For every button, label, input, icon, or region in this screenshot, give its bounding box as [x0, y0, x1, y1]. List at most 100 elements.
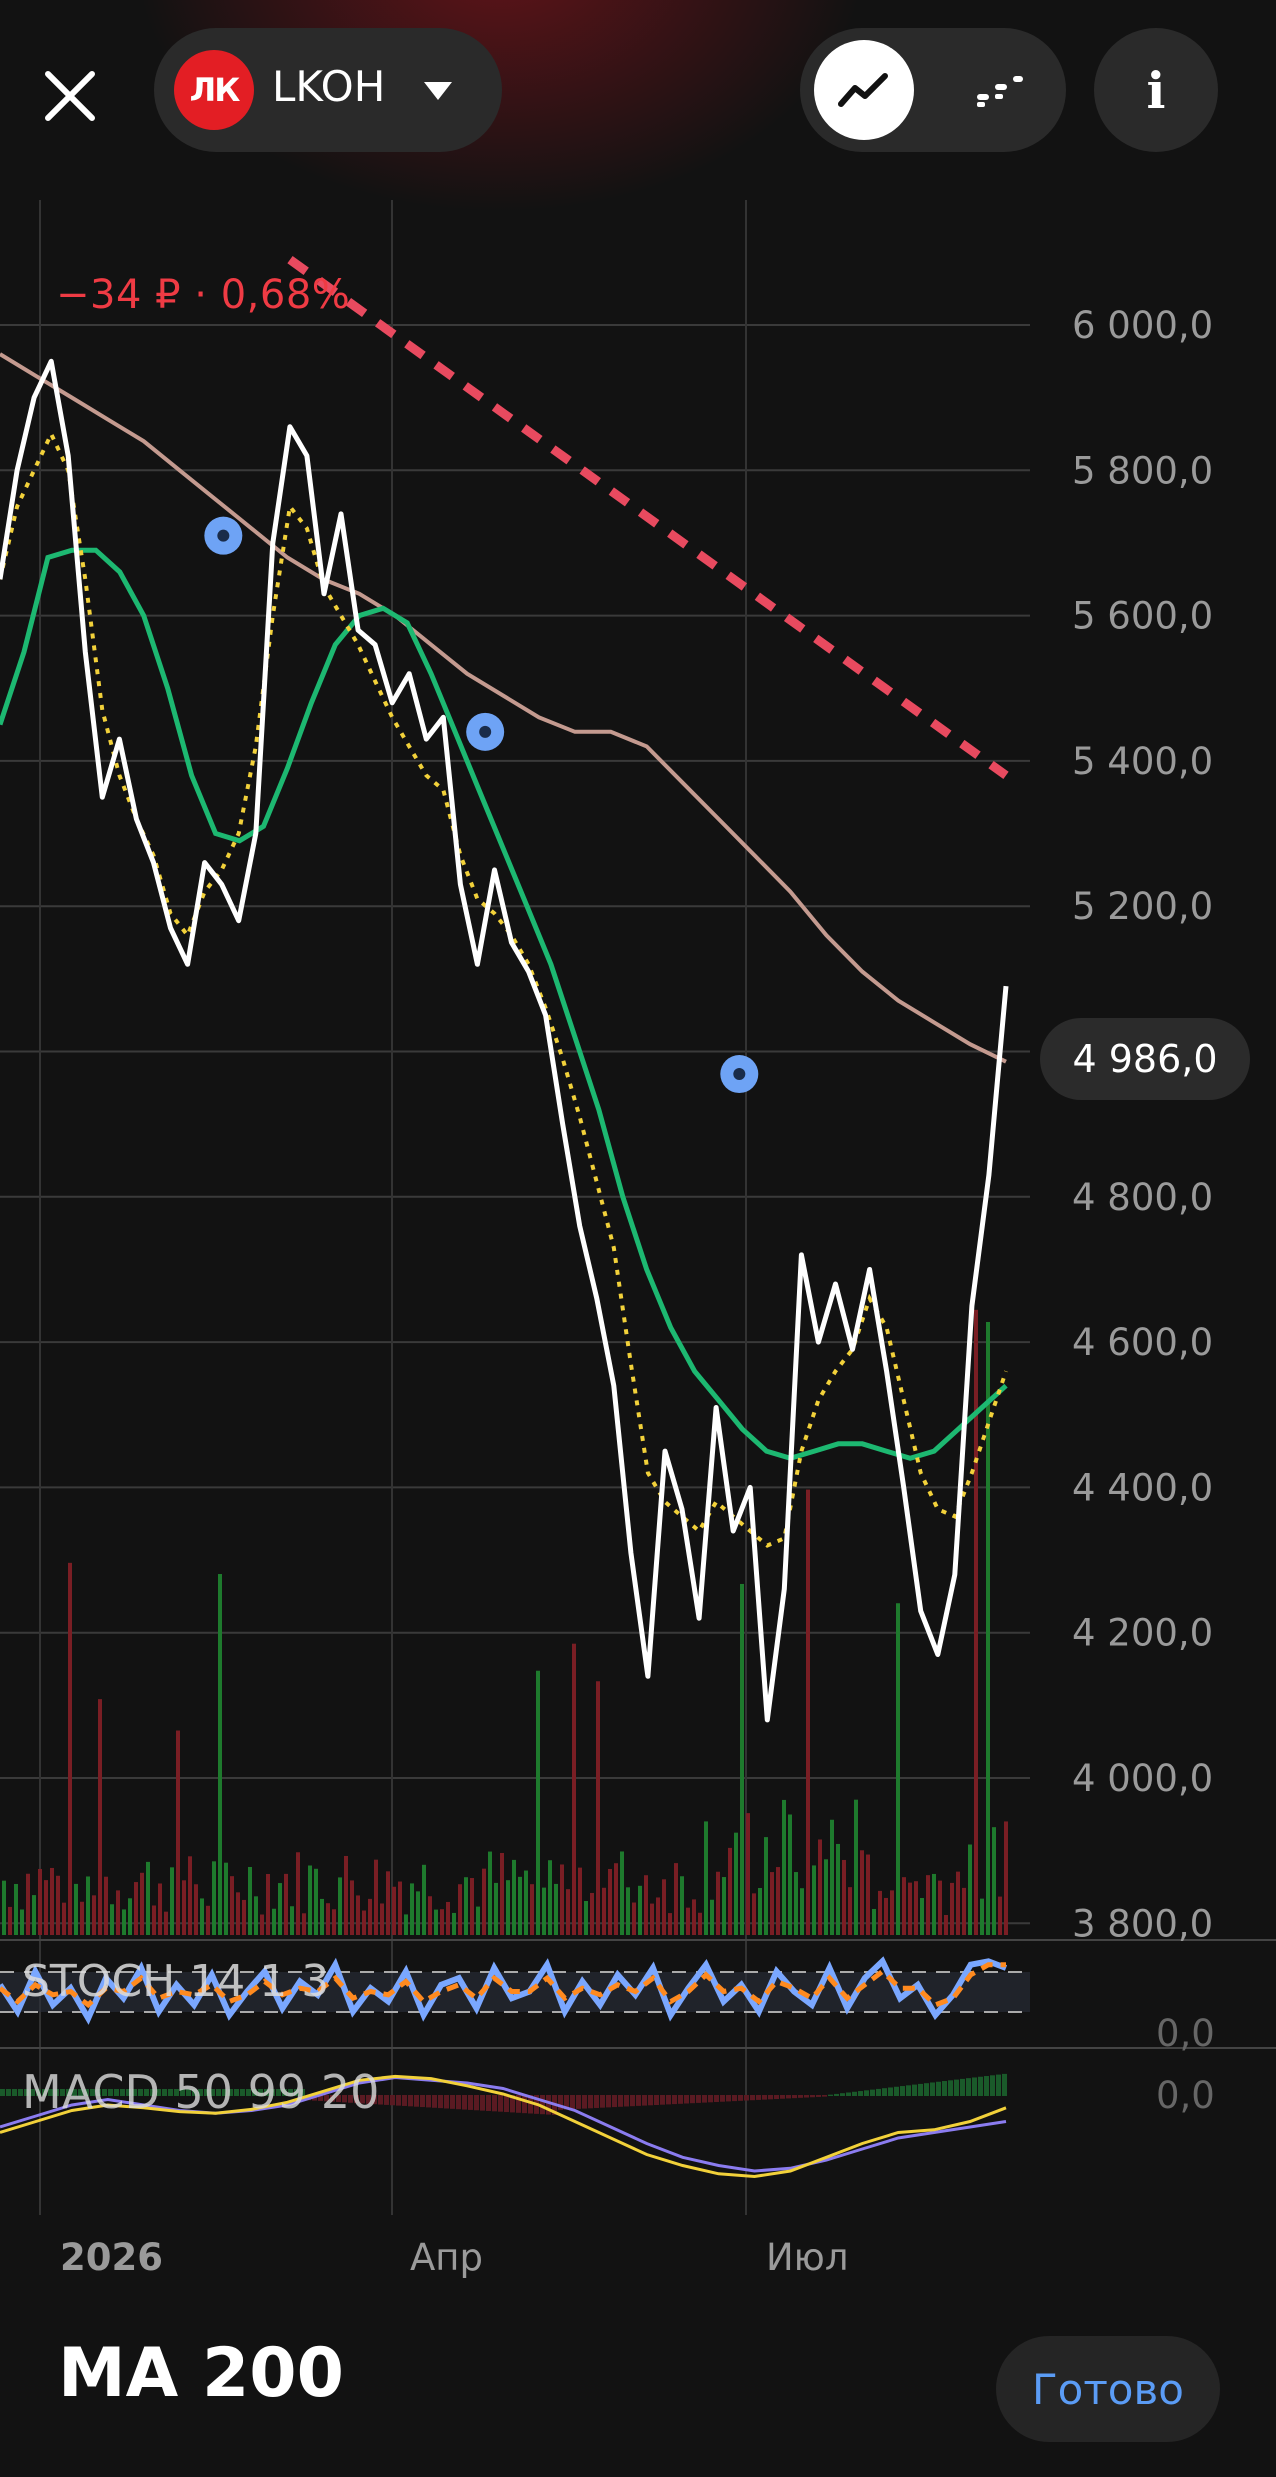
volume-bar [842, 1859, 846, 1935]
volume-bar [92, 1895, 96, 1935]
price-tick-label: 4 000,0 [1072, 1757, 1213, 1800]
volume-bar [716, 1871, 720, 1935]
volume-bar [602, 1887, 606, 1935]
volume-bar [626, 1887, 630, 1935]
macd-histogram-bar [1002, 2073, 1007, 2096]
volume-bar [104, 1876, 108, 1935]
volume-bar [8, 1906, 12, 1935]
volume-bar [134, 1882, 138, 1935]
macd-histogram-bar [606, 2095, 611, 2108]
macd-histogram-bar [822, 2095, 827, 2097]
volume-bar [194, 1884, 198, 1935]
macd-histogram-bar [756, 2095, 761, 2100]
macd-histogram-bar [492, 2095, 497, 2112]
volume-bar [848, 1887, 852, 1935]
volume-bar [488, 1851, 492, 1935]
volume-bar [62, 1902, 66, 1935]
ticker-selector[interactable]: ЛК LKOH [154, 28, 502, 152]
volume-bar [998, 1896, 1002, 1935]
volume-bar [470, 1878, 474, 1935]
macd-histogram-bar [888, 2087, 893, 2096]
volume-bar [332, 1909, 336, 1935]
volume-bar [338, 1877, 342, 1935]
volume-bar [68, 1562, 72, 1935]
info-button[interactable]: i [1094, 28, 1218, 152]
volume-bar [164, 1911, 168, 1935]
volume-bar [410, 1883, 414, 1935]
macd-histogram-bar [414, 2095, 419, 2107]
volume-bar [698, 1912, 702, 1935]
volume-bar [554, 1883, 558, 1935]
volume-bar [512, 1859, 516, 1935]
time-axis-label: 2026 [60, 2236, 163, 2279]
volume-bars [2, 1309, 1008, 1935]
volume-bar [392, 1886, 396, 1935]
price-chart[interactable]: 6 000,0 5 800,0 5 600,0 5 400,0 5 200,0 4 800… [0, 0, 1276, 2477]
price-tick-label: 5 400,0 [1072, 740, 1213, 783]
macd-histogram-bar [474, 2095, 479, 2111]
macd-histogram-bar [432, 2095, 437, 2108]
volume-bar [74, 1883, 78, 1935]
volume-bar [530, 1884, 534, 1935]
macd-histogram-bar [900, 2086, 905, 2096]
volume-bar [140, 1872, 144, 1935]
volume-bar [116, 1890, 120, 1935]
macd-histogram-bar [408, 2095, 413, 2107]
volume-bar [566, 1889, 570, 1935]
macd-histogram-bar [684, 2095, 689, 2104]
macd-histogram-bar [402, 2095, 407, 2106]
volume-bar [818, 1839, 822, 1935]
volume-bar [710, 1899, 714, 1935]
macd-histogram-bar [420, 2095, 425, 2108]
volume-bar [98, 1699, 102, 1935]
price-axis: 6 000,0 5 800,0 5 600,0 5 400,0 5 200,0 4 800… [1072, 304, 1213, 1945]
macd-histogram-bar [462, 2095, 467, 2110]
ma-marker-center [217, 529, 230, 542]
volume-bar [926, 1875, 930, 1935]
macd-histogram-bar [714, 2095, 719, 2103]
volume-bar [740, 1583, 744, 1935]
macd-histogram-bar [804, 2095, 809, 2098]
volume-bar [944, 1914, 948, 1935]
volume-bar [440, 1909, 444, 1935]
volume-bar [476, 1906, 480, 1935]
volume-bar [152, 1905, 156, 1935]
macd-histogram-bar [618, 2095, 623, 2107]
volume-bar [812, 1865, 816, 1935]
close-button[interactable] [30, 56, 110, 136]
volume-bar [284, 1873, 288, 1935]
price-tick-label: 6 000,0 [1072, 304, 1213, 347]
volume-bar [836, 1843, 840, 1935]
macd-histogram-bar [486, 2095, 491, 2111]
macd-histogram-bar [744, 2095, 749, 2101]
volume-bar [1004, 1821, 1008, 1935]
macd-histogram-bar [612, 2095, 617, 2108]
volume-bar [752, 1893, 756, 1935]
candle-mode-button[interactable] [950, 40, 1050, 140]
volume-bar [242, 1899, 246, 1935]
volume-bar [302, 1913, 306, 1935]
macd-histogram-bar [798, 2095, 803, 2098]
volume-bar [158, 1883, 162, 1935]
volume-bar [578, 1867, 582, 1935]
volume-bar [920, 1898, 924, 1935]
volume-bar [968, 1844, 972, 1935]
volume-bar [884, 1897, 888, 1935]
macd-histogram-bar [12, 2089, 17, 2096]
volume-bar [896, 1603, 900, 1935]
macd-histogram-bar [882, 2088, 887, 2096]
volume-bar [368, 1898, 372, 1935]
stoch-label: STOCH 14 1 3 [22, 1956, 329, 2007]
volume-bar [350, 1880, 354, 1935]
candle-chart-icon [977, 76, 1023, 107]
volume-bar [20, 1909, 24, 1935]
macd-histogram-bar [444, 2095, 449, 2109]
volume-bar [56, 1875, 60, 1935]
chart-mode-toggle [800, 28, 1066, 152]
macd-histogram-bar [642, 2095, 647, 2106]
macd-histogram-bar [810, 2095, 815, 2098]
price-tick-label: 5 200,0 [1072, 885, 1213, 928]
lukoil-logo: ЛК [174, 50, 254, 130]
done-button[interactable]: Готово [996, 2336, 1220, 2442]
line-mode-button[interactable] [814, 40, 914, 140]
